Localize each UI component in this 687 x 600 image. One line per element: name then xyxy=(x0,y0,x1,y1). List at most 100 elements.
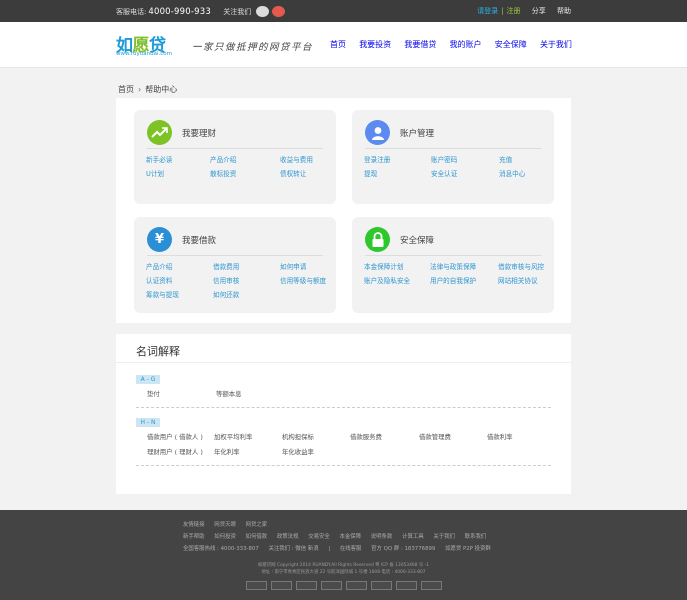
footer-copyright: 如愿贷网 Copyright 2014 RUANDY.All Rights Re… xyxy=(257,563,430,568)
help-link-item[interactable]: 提现 xyxy=(364,168,377,178)
footer-follow[interactable]: 关注我们 : 微信 新浪 xyxy=(269,546,319,552)
help-link-item[interactable]: 如何还款 xyxy=(213,289,239,299)
logo[interactable]: 如愿贷 www.ruyuandai.com xyxy=(116,31,184,61)
card-borrow: ¥ 我要借款 产品介绍 借款费用 如何申请 认证资料 信用审核 信用等级与额度 … xyxy=(134,217,336,313)
user-icon xyxy=(365,120,390,145)
help-link-item[interactable]: 借款费用 xyxy=(213,261,239,271)
trust-badge[interactable] xyxy=(296,581,317,590)
help-link-item[interactable]: 如何申请 xyxy=(280,261,306,271)
footer-nav-links: 新手帮助 如何投资 如何借款 政策法规 交易安全 本金保障 说明条款 计算工具 … xyxy=(183,532,494,540)
footer-link[interactable]: 网贷之家 xyxy=(246,522,268,528)
glossary-term[interactable]: 借款利率 xyxy=(487,432,513,441)
help-panel: 我要理财 新手必读 产品介绍 收益与费用 U计划 散标投资 债权转让 账户管理 … xyxy=(116,98,571,323)
footer-contact-row: 全国客服热线 : 4000-333-807 关注我们 : 微信 新浪 | 在线客… xyxy=(183,544,499,552)
divider xyxy=(136,407,551,408)
footer-friend-links: 友情链接 网贷天眼 网贷之家 xyxy=(183,520,275,528)
footer-link[interactable]: 如何投资 xyxy=(214,534,236,540)
help-link-item[interactable]: 认证资料 xyxy=(146,275,172,285)
help-link-item[interactable]: 收益与费用 xyxy=(280,154,313,164)
help-link-item[interactable]: 本金保障计划 xyxy=(364,261,404,271)
card-title: 账户管理 xyxy=(400,129,435,139)
help-link-item[interactable]: 安全认证 xyxy=(431,168,457,178)
footer-link[interactable]: 联系我们 xyxy=(465,534,487,540)
nav-borrow[interactable]: 我要借贷 xyxy=(404,39,436,50)
trust-badge[interactable] xyxy=(396,581,417,590)
footer-link[interactable]: 计算工具 xyxy=(402,534,424,540)
help-link-item[interactable]: 账户及隐私安全 xyxy=(364,275,410,285)
wechat-icon[interactable] xyxy=(256,6,270,17)
footer-link[interactable]: 本金保障 xyxy=(339,534,361,540)
glossary-term[interactable]: 年化利率 xyxy=(214,447,240,456)
glossary-term[interactable]: 借款服务费 xyxy=(350,432,382,441)
help-link-item[interactable]: 产品介绍 xyxy=(210,154,236,164)
footer-link[interactable]: 说明条款 xyxy=(371,534,393,540)
glossary-term[interactable]: 等额本息 xyxy=(216,389,242,398)
nav-about[interactable]: 关于我们 xyxy=(540,39,572,50)
glossary-term[interactable]: 年化收益率 xyxy=(282,447,314,456)
card-account: 账户管理 登录注册 账户密码 充值 提现 安全认证 消息中心 xyxy=(352,110,554,204)
glossary-term[interactable]: 理财用户 ( 理财人 ) xyxy=(147,447,203,456)
trust-badge[interactable] xyxy=(321,581,342,590)
help-link-item[interactable]: 借款审核与风控 xyxy=(498,261,544,271)
divider xyxy=(365,255,541,256)
footer-badges xyxy=(246,581,442,590)
card-security: 安全保障 本金保障计划 法律与政策保障 借款审核与风控 账户及隐私安全 用户的自… xyxy=(352,217,554,313)
follow-label: 关注我们 xyxy=(223,8,252,16)
help-link-item[interactable]: U计划 xyxy=(146,168,164,178)
trust-badge[interactable] xyxy=(271,581,292,590)
footer-link[interactable]: 新手帮助 xyxy=(183,534,205,540)
help-link-item[interactable]: 产品介绍 xyxy=(146,261,172,271)
help-link-item[interactable]: 法律与政策保障 xyxy=(430,261,476,271)
glossary-term[interactable]: 机构担保标 xyxy=(282,432,314,441)
help-link-item[interactable]: 网站相关协议 xyxy=(498,275,538,285)
help-link[interactable]: 帮助 xyxy=(557,7,571,15)
divider xyxy=(116,362,571,363)
help-link-item[interactable]: 登录注册 xyxy=(364,154,390,164)
glossary-tag: H - N xyxy=(136,418,160,427)
glossary-tag: A - G xyxy=(136,375,160,384)
help-link-item[interactable]: 账户密码 xyxy=(431,154,457,164)
footer-link[interactable]: 网贷天眼 xyxy=(214,522,236,528)
help-link-item[interactable]: 债权转让 xyxy=(280,168,306,178)
nav-account[interactable]: 我的账户 xyxy=(450,39,482,50)
help-link-item[interactable]: 新手必读 xyxy=(146,154,172,164)
card-title: 我要借款 xyxy=(182,236,217,246)
card-title: 安全保障 xyxy=(400,236,435,246)
trust-badge[interactable] xyxy=(346,581,367,590)
trust-badge[interactable] xyxy=(371,581,392,590)
footer-link[interactable]: 关于我们 xyxy=(433,534,455,540)
help-link-item[interactable]: 信用审核 xyxy=(213,275,239,285)
help-link-item[interactable]: 筹款与提现 xyxy=(146,289,179,299)
footer-hotline: 全国客服热线 : 4000-333-807 xyxy=(183,546,259,552)
glossary-term[interactable]: 借款用户 ( 借款人 ) xyxy=(147,432,203,441)
footer-address: 地址 : 南宁市青秀区民族大道 22 号航洋国际城 1 号楼 1608 电话 :… xyxy=(261,570,426,575)
footer-link[interactable]: 交易安全 xyxy=(308,534,330,540)
help-link-item[interactable]: 消息中心 xyxy=(499,168,525,178)
share-link[interactable]: 分享 xyxy=(532,7,546,15)
nav-home[interactable]: 首页 xyxy=(330,39,346,50)
help-link-item[interactable]: 充值 xyxy=(499,154,512,164)
footer-p2p-group[interactable]: 如愿贷 P2P 投资群 xyxy=(445,546,491,552)
site-header: 如愿贷 www.ruyuandai.com 一家只做抵押的网贷平台 首页 我要投… xyxy=(0,22,687,68)
nav-invest[interactable]: 我要投资 xyxy=(359,39,391,50)
help-link-item[interactable]: 散标投资 xyxy=(210,168,236,178)
trust-badge[interactable] xyxy=(421,581,442,590)
footer-link[interactable]: 如何借款 xyxy=(246,534,268,540)
help-link-item[interactable]: 用户的自我保护 xyxy=(430,275,476,285)
breadcrumb-home[interactable]: 首页 xyxy=(118,85,134,94)
weibo-icon[interactable] xyxy=(272,6,286,17)
top-bar: 客服电话: 4000-990-933 关注我们 请登录 | 注册 分享 帮助 xyxy=(0,0,687,22)
nav-security[interactable]: 安全保障 xyxy=(495,39,527,50)
register-link[interactable]: 注册 xyxy=(507,7,521,15)
footer-link[interactable]: 政策法规 xyxy=(277,534,299,540)
glossary-term[interactable]: 借款管理费 xyxy=(419,432,451,441)
glossary-term[interactable]: 垫付 xyxy=(147,389,160,398)
trust-badge[interactable] xyxy=(246,581,267,590)
help-link-item[interactable]: 信用等级与额度 xyxy=(280,275,326,285)
footer-link: 友情链接 xyxy=(183,522,205,528)
yuan-coin-icon: ¥ xyxy=(147,227,172,252)
slogan: 一家只做抵押的网贷平台 xyxy=(192,42,314,53)
glossary-term[interactable]: 加权平均利率 xyxy=(214,432,252,441)
login-link[interactable]: 请登录 xyxy=(477,7,498,15)
footer-online-service[interactable]: 在线客服 xyxy=(340,546,362,552)
